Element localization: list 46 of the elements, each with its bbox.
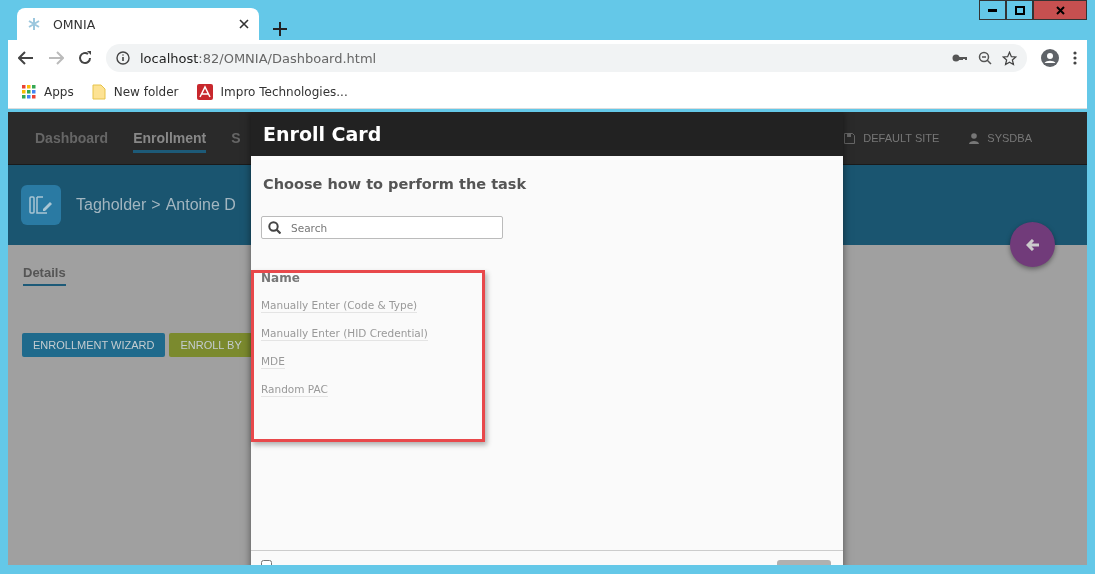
action-button[interactable]: ENROLL BY <box>169 333 253 357</box>
option-link[interactable]: Manually Enter (Code & Type) <box>261 299 418 313</box>
snowflake-icon <box>27 17 41 31</box>
back-arrow-icon[interactable] <box>18 51 34 65</box>
key-icon[interactable] <box>952 53 968 63</box>
user-label[interactable]: SYSDBA <box>987 132 1032 144</box>
site-label[interactable]: DEFAULT SITE <box>863 132 940 144</box>
breadcrumb-item[interactable]: Tagholder <box>76 196 147 214</box>
url-path: :82/OMNIA/Dashboard.html <box>198 50 378 66</box>
option-link[interactable]: Random PAC <box>261 383 328 397</box>
zoom-out-icon[interactable] <box>978 51 992 65</box>
dialog-title: Enroll Card <box>251 112 843 156</box>
action-button[interactable]: ENROLLMENT WIZARD <box>22 333 166 357</box>
address-bar[interactable]: localhost:82/OMNIA/Dashboard.html <box>106 44 1027 72</box>
nav-tab[interactable]: S <box>231 123 241 153</box>
site-logo-icon <box>196 84 213 100</box>
user-icon <box>969 132 980 144</box>
card-edit-icon <box>21 185 61 225</box>
breadcrumb-item[interactable]: Antoine D <box>165 196 236 214</box>
new-tab-icon[interactable] <box>273 22 287 36</box>
breadcrumb-separator: > <box>151 196 161 214</box>
dialog-subtitle: Choose how to perform the task <box>262 176 528 192</box>
search-icon <box>268 221 281 234</box>
option-link[interactable]: Manually Enter (HID Credential) <box>261 327 428 341</box>
back-arrow-icon <box>1025 238 1040 251</box>
url-host: localhost <box>140 50 199 66</box>
apps-grid-icon <box>22 85 36 99</box>
bookmark[interactable]: Apps <box>22 85 74 99</box>
info-icon[interactable] <box>116 51 130 65</box>
nav-tab[interactable]: Dashboard <box>35 123 109 153</box>
maximize-icon[interactable] <box>1006 0 1033 20</box>
reload-icon[interactable] <box>78 51 92 65</box>
search-field[interactable]: Search <box>261 216 503 239</box>
star-icon[interactable] <box>1002 50 1017 66</box>
bookmark[interactable]: New folder <box>91 84 179 100</box>
option-link[interactable]: MDE <box>261 355 285 369</box>
column-header: Name <box>261 271 300 285</box>
page-tab[interactable]: Details <box>23 265 66 286</box>
browser-tab[interactable]: OMNIA <box>17 8 259 40</box>
menu-icon[interactable] <box>1073 51 1077 65</box>
close-icon[interactable] <box>239 19 249 29</box>
minimize-icon[interactable] <box>979 0 1006 20</box>
folder-icon <box>91 84 106 100</box>
bookmark[interactable]: Impro Technologies... <box>196 84 348 100</box>
account-icon[interactable] <box>1041 49 1059 67</box>
nav-tab[interactable]: Enrollment <box>133 123 207 153</box>
